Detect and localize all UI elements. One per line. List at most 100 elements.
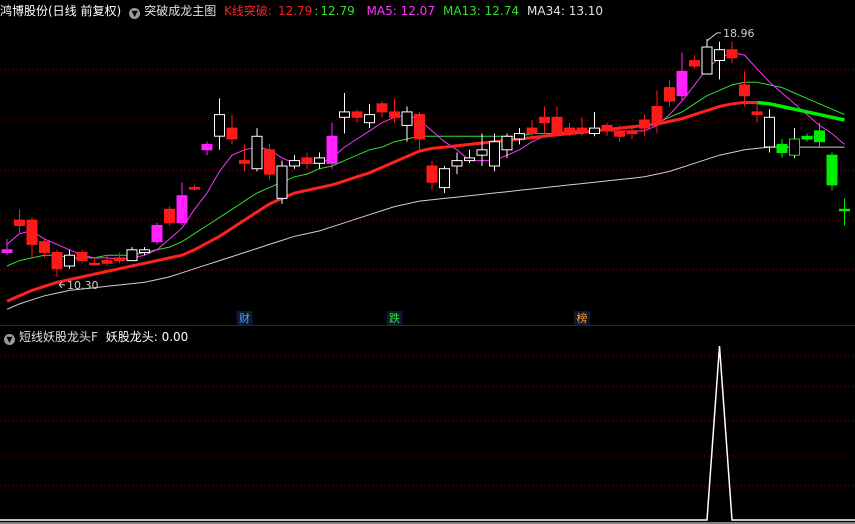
candle-body xyxy=(126,249,138,262)
candle xyxy=(151,222,163,245)
candle-body xyxy=(814,130,825,143)
candle xyxy=(826,152,838,191)
candle xyxy=(14,209,25,234)
candle xyxy=(289,155,300,169)
candle-body xyxy=(401,111,413,126)
candle xyxy=(339,93,350,134)
candle xyxy=(489,133,500,172)
ma34-line xyxy=(6,146,845,310)
candle-body xyxy=(751,111,763,116)
sub-indicator-chart[interactable] xyxy=(0,326,855,524)
candle-body xyxy=(289,160,300,167)
candle-body xyxy=(376,103,388,113)
candle-body xyxy=(476,149,488,156)
candle-body xyxy=(389,111,400,118)
candle-body xyxy=(576,127,588,132)
candle xyxy=(714,41,725,80)
candle-body xyxy=(839,208,850,212)
candle-body xyxy=(101,260,113,264)
candle xyxy=(464,149,475,164)
candle-body xyxy=(214,114,225,137)
candle xyxy=(426,160,438,191)
candle-body xyxy=(451,160,463,167)
event-marker: 财 xyxy=(239,311,250,325)
candle xyxy=(76,249,88,264)
candle xyxy=(601,122,613,137)
candle xyxy=(364,103,375,129)
candle-body xyxy=(776,143,788,153)
candle-body xyxy=(76,252,88,262)
candle xyxy=(351,109,363,123)
candle-body xyxy=(464,157,475,162)
candle-body xyxy=(64,254,75,267)
candle xyxy=(276,160,288,204)
candle xyxy=(126,247,138,262)
candle xyxy=(814,122,825,148)
event-marker: 榜 xyxy=(577,311,588,325)
candle xyxy=(189,184,200,191)
candle-body xyxy=(339,111,350,118)
candle-body xyxy=(826,154,838,186)
candle xyxy=(101,255,113,267)
main-candlestick-chart[interactable]: 18.96 10.30 财 跌 榜 xyxy=(0,0,855,325)
candle-body xyxy=(14,219,25,227)
low-price-label: 10.30 xyxy=(67,279,99,292)
candle-body xyxy=(189,187,200,190)
candle-body xyxy=(589,127,600,135)
candle xyxy=(264,144,275,180)
candle-body xyxy=(251,135,263,170)
candle xyxy=(51,249,63,277)
candle xyxy=(176,182,188,226)
candle-body xyxy=(664,87,675,102)
candle-body xyxy=(726,49,738,59)
candle-body xyxy=(701,46,713,75)
candle-body xyxy=(514,133,525,140)
candle-body xyxy=(164,208,175,224)
candle-body xyxy=(651,106,663,124)
candle xyxy=(239,144,250,172)
candle xyxy=(314,152,325,169)
candle xyxy=(676,52,688,102)
candle xyxy=(89,257,100,267)
candle-body xyxy=(714,49,725,62)
candle xyxy=(801,133,813,142)
candle-body xyxy=(414,114,425,140)
candle xyxy=(251,128,263,172)
candle xyxy=(439,166,450,194)
candle-body xyxy=(526,127,538,135)
yaogu-longtou-line xyxy=(0,345,855,521)
candle-body xyxy=(789,138,800,156)
candle xyxy=(514,128,525,145)
candle-body xyxy=(614,130,625,137)
candle xyxy=(726,41,738,64)
candle-body xyxy=(1,249,13,254)
candle-body xyxy=(314,157,325,164)
candle-body xyxy=(439,168,450,189)
candle xyxy=(451,152,463,175)
candle-body xyxy=(364,114,375,124)
ma13-line xyxy=(6,81,845,267)
candle-body xyxy=(489,141,500,167)
candle-body xyxy=(26,219,38,245)
candle-body xyxy=(326,135,338,164)
candle-body xyxy=(51,252,63,270)
candle-body xyxy=(39,241,50,253)
candle xyxy=(626,128,638,139)
candle-body xyxy=(139,249,150,254)
candle xyxy=(539,106,550,134)
candle-body xyxy=(539,116,550,124)
candle-body xyxy=(351,111,363,118)
candle xyxy=(639,114,650,137)
sub-indicator-menu-icon[interactable]: ▼ xyxy=(4,334,15,345)
candle-body xyxy=(276,165,288,199)
candle xyxy=(551,106,563,137)
candle xyxy=(326,122,338,169)
candle-body xyxy=(626,130,638,135)
candle xyxy=(414,111,425,150)
candle xyxy=(689,55,700,69)
candle-body xyxy=(301,157,313,164)
candle xyxy=(589,111,600,137)
candle-body xyxy=(239,160,250,164)
candle xyxy=(114,252,125,264)
candle-body xyxy=(764,116,775,148)
